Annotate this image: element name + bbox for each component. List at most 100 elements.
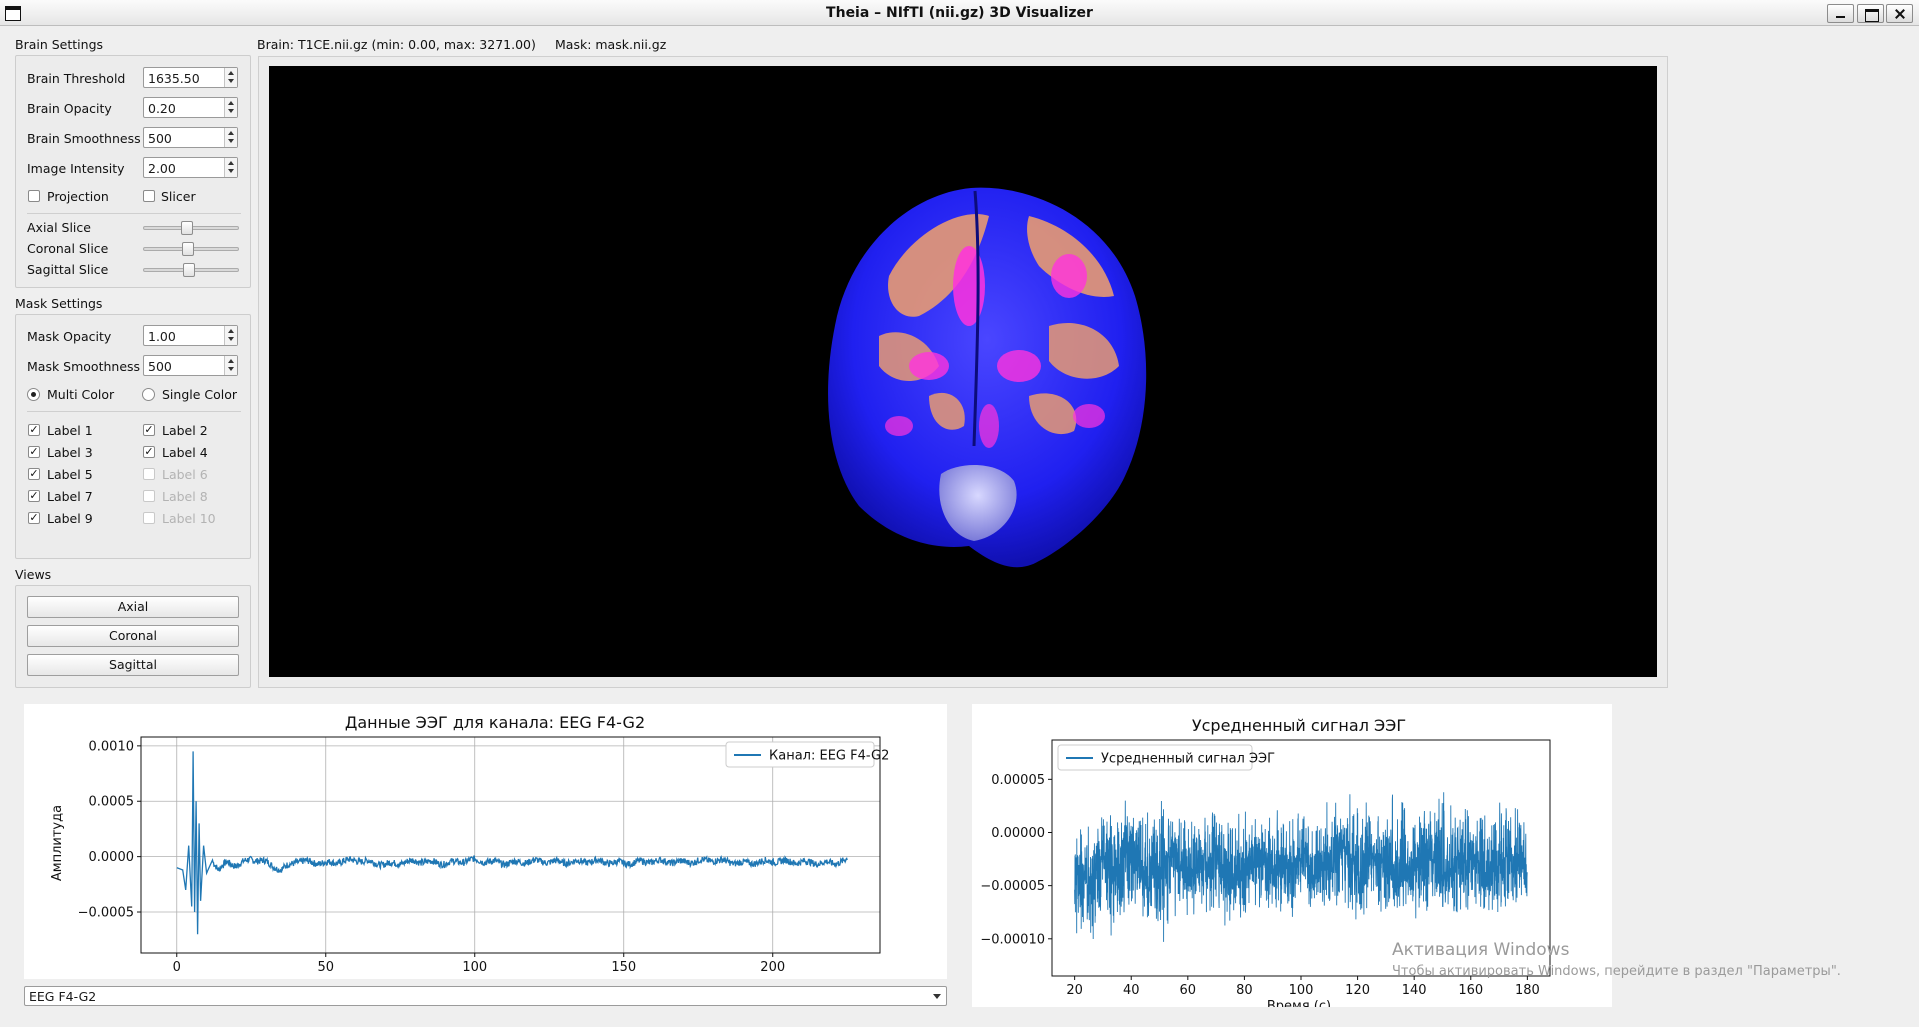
label-checkbox-9[interactable]: ✓ xyxy=(28,512,40,524)
coronal-view-button[interactable]: Coronal xyxy=(27,625,239,647)
label-checkbox-5[interactable]: ✓ xyxy=(28,468,40,480)
label-checkbox-label-1: Label 1 xyxy=(47,423,93,438)
label-checkbox-10 xyxy=(143,512,155,524)
activation-watermark-subtitle: Чтобы активировать Windows, перейдите в … xyxy=(1392,964,1841,979)
sagittal-slice-label: Sagittal Slice xyxy=(27,262,109,277)
3d-viewer[interactable] xyxy=(269,66,1657,677)
window-titlebar: Theia – NIfTI (nii.gz) 3D Visualizer xyxy=(0,0,1919,26)
mask-smoothness-label: Mask Smoothness xyxy=(27,359,141,374)
x-axis-label: Время (с) xyxy=(1267,999,1331,1007)
spin-arrows-icon[interactable] xyxy=(224,68,237,87)
axial-view-button[interactable]: Axial xyxy=(27,596,239,618)
label-checkbox-label-2: Label 2 xyxy=(162,423,208,438)
sagittal-slice-slider[interactable] xyxy=(143,263,239,277)
mask-opacity-value: 1.00 xyxy=(148,329,176,344)
label-checkbox-label-9: Label 9 xyxy=(47,511,93,526)
label-checkbox-label-7: Label 7 xyxy=(47,489,93,504)
close-button[interactable] xyxy=(1886,4,1913,23)
chart-title: Усредненный сигнал ЭЭГ xyxy=(1192,716,1406,735)
label-checkbox-8 xyxy=(143,490,155,502)
sagittal-view-button[interactable]: Sagittal xyxy=(27,654,239,676)
slicer-label: Slicer xyxy=(161,189,196,204)
average-signal-plot-panel: Усредненный сигнал ЭЭГ Время (с) 20 40 60 8… xyxy=(972,704,1612,1007)
activation-watermark-title: Активация Windows xyxy=(1392,940,1570,960)
views-title: Views xyxy=(15,567,52,582)
image-intensity-spinbox[interactable]: 2.00 xyxy=(143,157,238,178)
brain-threshold-value: 1635.50 xyxy=(148,71,200,86)
x-tick-label: 100 xyxy=(1289,983,1314,998)
spin-arrows-icon[interactable] xyxy=(224,128,237,147)
slider-handle[interactable] xyxy=(181,221,194,235)
label-checkbox-1[interactable]: ✓ xyxy=(28,424,40,436)
brain-opacity-value: 0.20 xyxy=(148,101,176,116)
x-tick-label: 80 xyxy=(1236,983,1253,998)
legend-label: Усредненный сигнал ЭЭГ xyxy=(1101,752,1275,767)
spin-arrows-icon[interactable] xyxy=(224,158,237,177)
series-line xyxy=(176,751,848,935)
channel-select[interactable]: EEG F4-G2 xyxy=(24,986,947,1006)
window-title: Theia – NIfTI (nii.gz) 3D Visualizer xyxy=(826,5,1093,21)
y-tick-label: 0.00005 xyxy=(991,773,1045,788)
x-tick-label: 40 xyxy=(1123,983,1140,998)
eeg-channel-chart: Данные ЭЭГ для канала: EEG F4-G2 Амплиту… xyxy=(50,713,889,975)
image-intensity-label: Image Intensity xyxy=(27,161,125,176)
label-checkbox-3[interactable]: ✓ xyxy=(28,446,40,458)
multi-color-radio[interactable] xyxy=(27,388,40,401)
mask-smoothness-value: 500 xyxy=(148,359,172,374)
label-checkbox-4[interactable]: ✓ xyxy=(143,446,155,458)
label-checkbox-label-8: Label 8 xyxy=(162,489,208,504)
single-color-radio[interactable] xyxy=(142,388,155,401)
projection-checkbox[interactable] xyxy=(28,190,40,202)
maximize-button[interactable] xyxy=(1857,4,1884,23)
x-tick-label: 50 xyxy=(317,960,334,975)
slicer-checkbox[interactable] xyxy=(143,190,155,202)
x-tick-label: 180 xyxy=(1515,983,1540,998)
y-tick-label: −0.00005 xyxy=(980,879,1045,894)
label-checkbox-label-3: Label 3 xyxy=(47,445,93,460)
y-tick-label: −0.00010 xyxy=(980,932,1045,947)
brain-smoothness-label: Brain Smoothness xyxy=(27,131,141,146)
mask-opacity-label: Mask Opacity xyxy=(27,329,112,344)
label-checkbox-2[interactable]: ✓ xyxy=(143,424,155,436)
brain-settings-title: Brain Settings xyxy=(15,37,104,52)
spin-arrows-icon[interactable] xyxy=(224,326,237,345)
eeg-channel-plot-panel: Данные ЭЭГ для канала: EEG F4-G2 Амплиту… xyxy=(24,704,947,979)
brain-opacity-spinbox[interactable]: 0.20 xyxy=(143,97,238,118)
mask-opacity-spinbox[interactable]: 1.00 xyxy=(143,325,238,346)
mask-settings-title: Mask Settings xyxy=(15,296,103,311)
spin-arrows-icon[interactable] xyxy=(224,356,237,375)
coronal-slice-slider[interactable] xyxy=(143,242,239,256)
label-checkbox-label-10: Label 10 xyxy=(162,511,216,526)
plot-frame xyxy=(140,736,881,954)
axial-slice-slider[interactable] xyxy=(143,221,239,235)
mask-smoothness-spinbox[interactable]: 500 xyxy=(143,355,238,376)
x-tick-label: 200 xyxy=(760,960,785,975)
brain-threshold-spinbox[interactable]: 1635.50 xyxy=(143,67,238,88)
mask-file-info: Mask: mask.nii.gz xyxy=(555,37,667,52)
separator xyxy=(27,213,241,214)
label-checkbox-7[interactable]: ✓ xyxy=(28,490,40,502)
slider-handle[interactable] xyxy=(182,242,195,256)
multi-color-label: Multi Color xyxy=(47,387,115,402)
x-tick-label: 20 xyxy=(1066,983,1083,998)
x-tick-label: 150 xyxy=(611,960,636,975)
average-signal-chart: Усредненный сигнал ЭЭГ Время (с) 20 40 60 8… xyxy=(980,716,1551,1007)
chart-title: Данные ЭЭГ для канала: EEG F4-G2 xyxy=(345,713,645,732)
label-checkbox-label-5: Label 5 xyxy=(47,467,93,482)
brain-threshold-label: Brain Threshold xyxy=(27,71,126,86)
chevron-down-icon xyxy=(933,994,941,999)
brain-file-info: Brain: T1CE.nii.gz (min: 0.00, max: 3271… xyxy=(257,37,536,52)
y-tick-label: 0.0000 xyxy=(89,850,135,865)
slider-handle[interactable] xyxy=(183,263,196,277)
brain-smoothness-spinbox[interactable]: 500 xyxy=(143,127,238,148)
brain-opacity-label: Brain Opacity xyxy=(27,101,112,116)
legend-label: Канал: EEG F4-G2 xyxy=(769,749,889,764)
brain-smoothness-value: 500 xyxy=(148,131,172,146)
label-checkbox-6 xyxy=(143,468,155,480)
mask-settings-group: Mask Opacity 1.00 Mask Smoothness 500 Mu… xyxy=(15,314,251,559)
minimize-button[interactable] xyxy=(1827,4,1854,23)
single-color-label: Single Color xyxy=(162,387,238,402)
y-tick-label: 0.0010 xyxy=(89,739,135,754)
spin-arrows-icon[interactable] xyxy=(224,98,237,117)
y-tick-label: −0.0005 xyxy=(78,906,134,921)
